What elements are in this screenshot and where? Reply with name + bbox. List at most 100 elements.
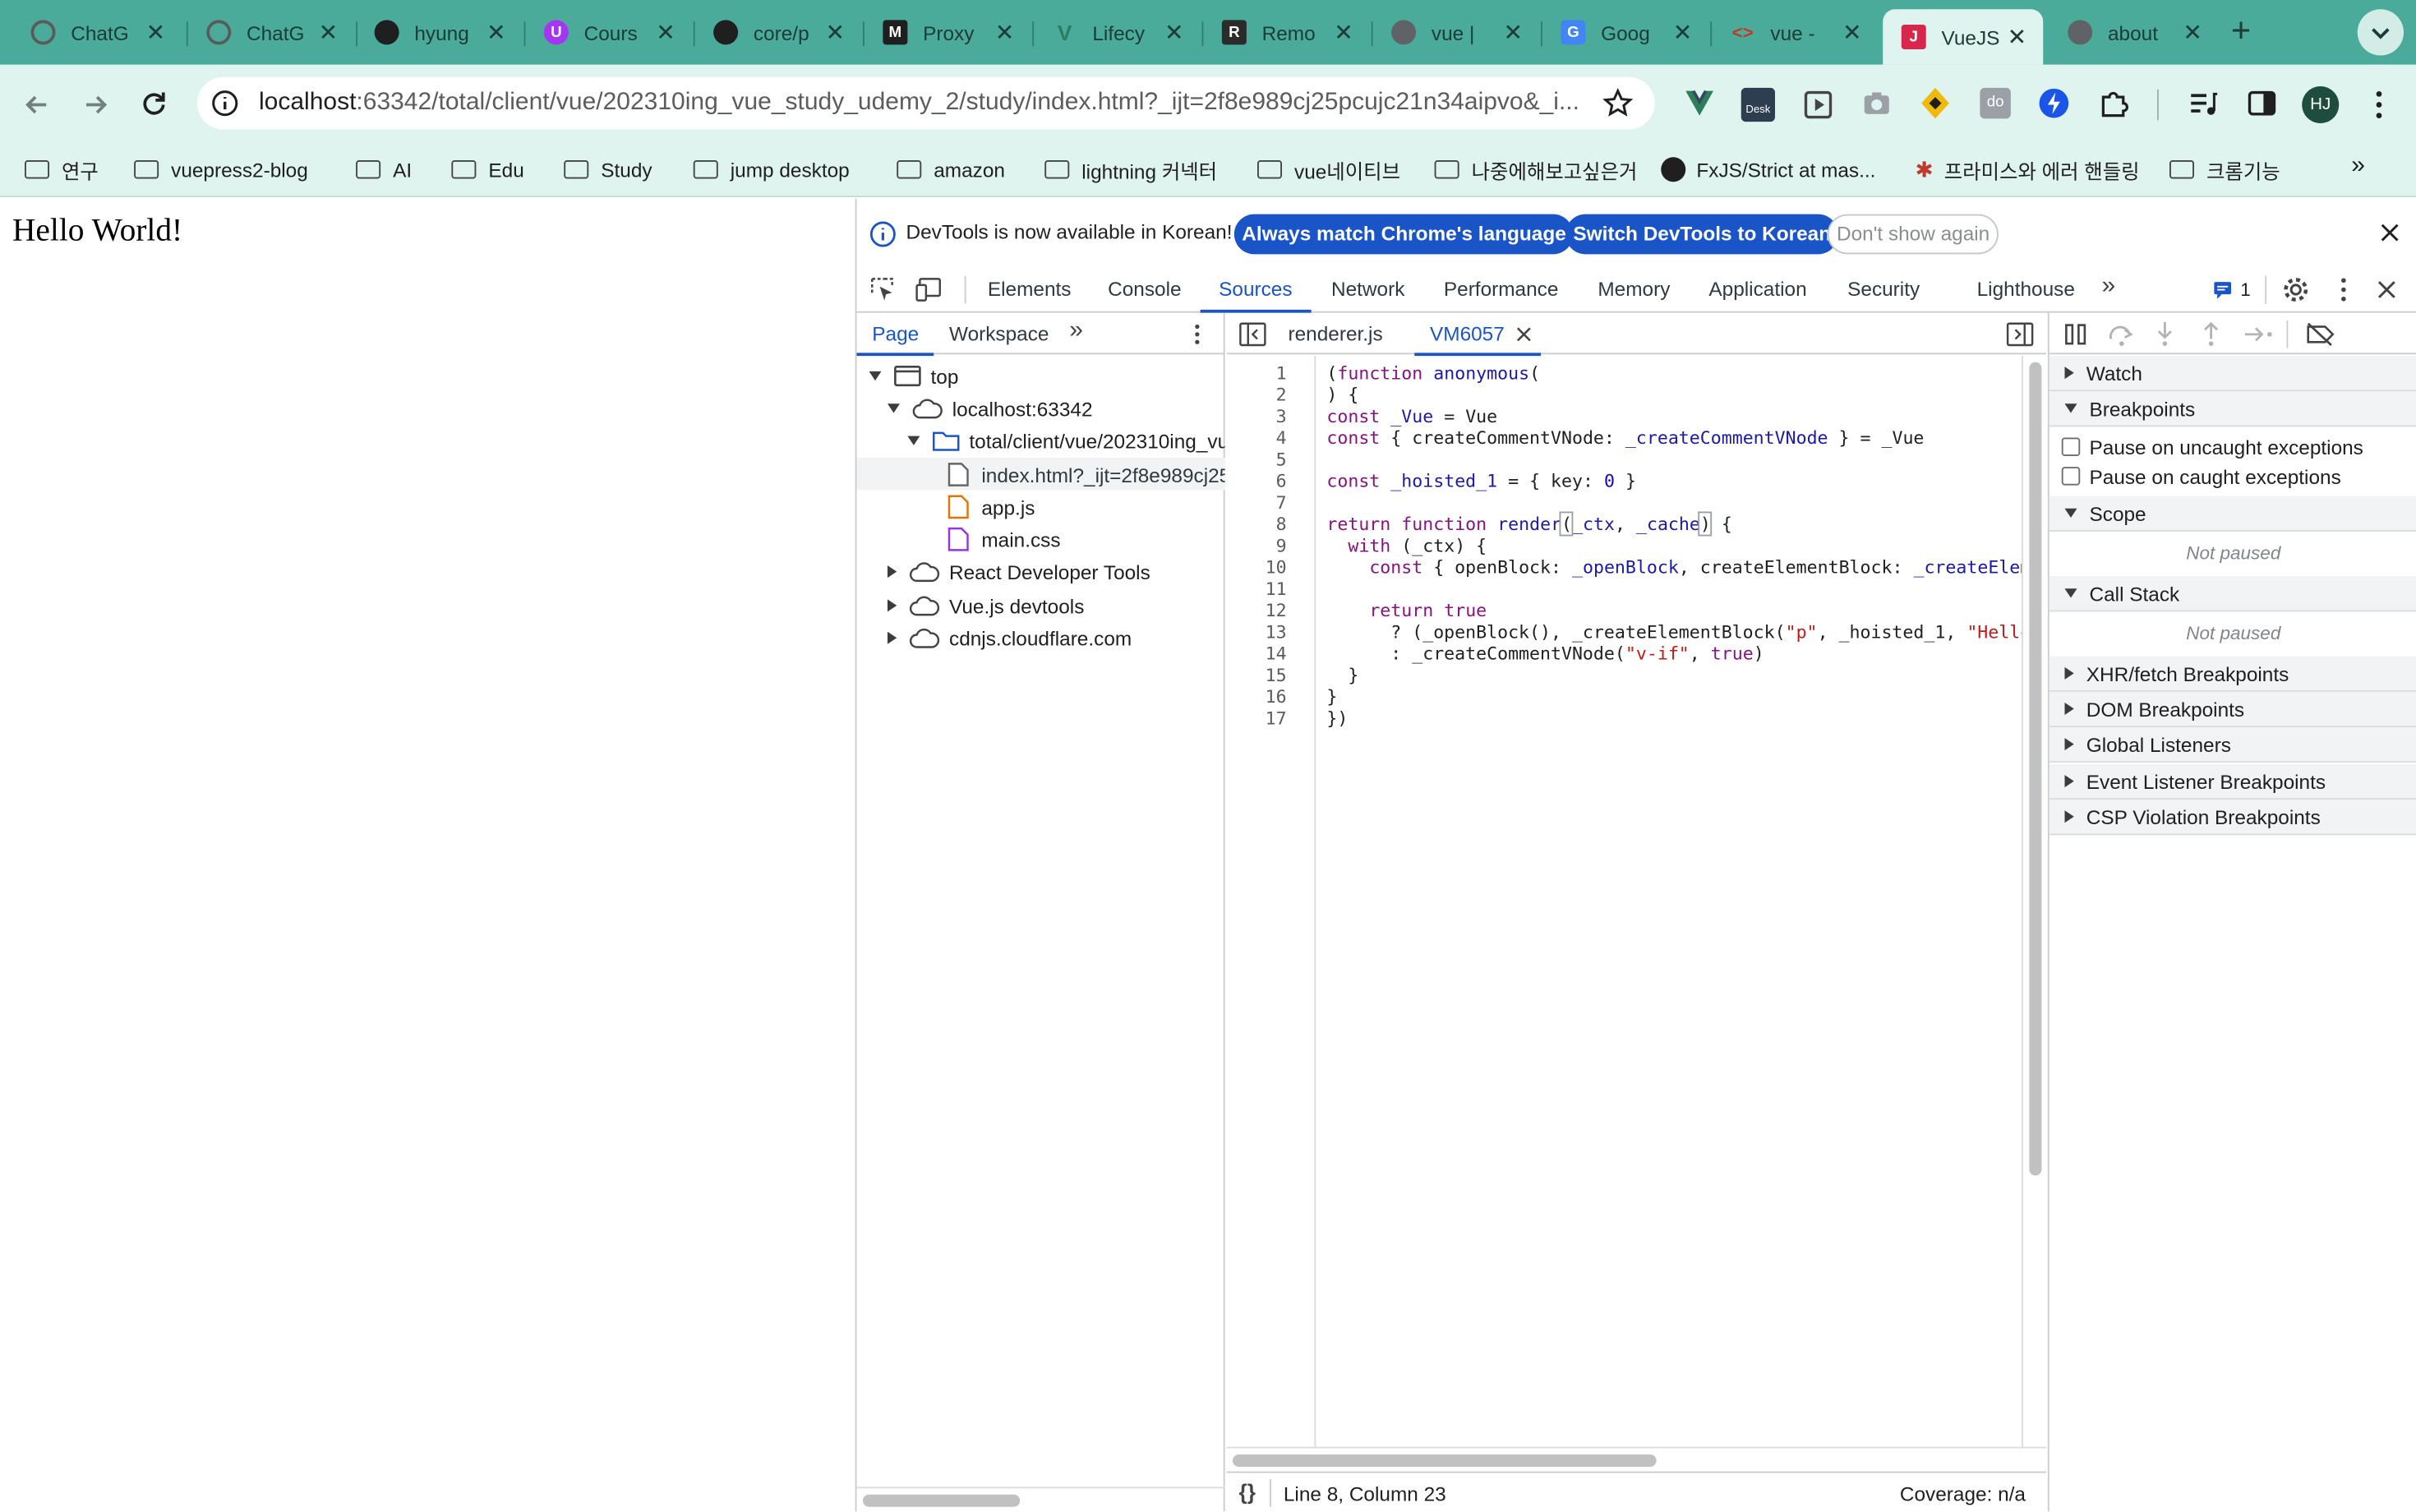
line-number[interactable]: 10 — [1266, 556, 1287, 578]
back-icon[interactable] — [21, 90, 53, 121]
section-call-stack[interactable]: Call Stack — [2049, 576, 2416, 612]
tree-item-app-js[interactable]: app.js — [947, 491, 1035, 523]
site-info-icon[interactable] — [211, 90, 239, 118]
checkbox[interactable] — [2061, 467, 2081, 486]
more-bookmarks-icon[interactable]: » — [2351, 153, 2365, 181]
section-csp-breakpoints[interactable]: CSP Violation Breakpoints — [2049, 800, 2416, 836]
tree-item-vue-devtools[interactable]: Vue.js devtools — [888, 590, 1084, 621]
tab-sources[interactable]: Sources — [1200, 278, 1311, 313]
tab-lighthouse[interactable]: Lighthouse — [1977, 278, 2075, 301]
media-controls-icon[interactable] — [2188, 90, 2220, 118]
bookmark-folder[interactable]: AI — [356, 154, 412, 186]
section-watch[interactable]: Watch — [2049, 356, 2416, 392]
match-language-button[interactable]: Always match Chrome's language — [1233, 214, 1575, 255]
close-tab-icon[interactable]: ✕ — [315, 19, 343, 46]
step-over-icon[interactable] — [2108, 322, 2136, 347]
step-out-icon[interactable] — [2201, 320, 2222, 348]
screen-capture-extension-icon[interactable] — [1803, 90, 1834, 121]
pause-uncaught-checkbox[interactable]: Pause on uncaught exceptions — [2061, 433, 2363, 461]
browser-tab[interactable]: about ✕ — [2046, 11, 2219, 54]
close-tab-icon[interactable]: ✕ — [482, 19, 510, 46]
tab-performance[interactable]: Performance — [1444, 278, 1559, 301]
browser-tab[interactable]: U Cours ✕ — [523, 11, 692, 54]
device-toolbar-icon[interactable] — [915, 278, 943, 302]
browser-tab[interactable]: R Remo ✕ — [1201, 11, 1370, 54]
line-number[interactable]: 5 — [1276, 449, 1287, 470]
bookmark-folder[interactable]: vue네이티브 — [1257, 154, 1400, 186]
chrome-menu-icon[interactable] — [2367, 90, 2391, 121]
section-xhr-breakpoints[interactable]: XHR/fetch Breakpoints — [2049, 656, 2416, 692]
browser-tab[interactable]: G Goog ✕ — [1539, 11, 1708, 54]
bookmark-folder[interactable]: Edu — [451, 154, 524, 186]
binance-extension-icon[interactable] — [1920, 86, 1951, 120]
horizontal-scrollbar-thumb[interactable] — [863, 1494, 1021, 1507]
pause-resume-icon[interactable] — [2063, 322, 2088, 347]
tree-item-localhost[interactable]: localhost:63342 — [888, 393, 1093, 424]
vertical-scrollbar-thumb[interactable] — [2029, 362, 2042, 1176]
tree-item-folder[interactable]: total/client/vue/202310ing_vue — [907, 426, 1225, 457]
pretty-print-icon[interactable]: {} — [1239, 1479, 1256, 1504]
line-number[interactable]: 11 — [1266, 578, 1287, 599]
toggle-debugger-icon[interactable] — [2006, 322, 2034, 347]
tab-console[interactable]: Console — [1108, 278, 1181, 301]
tab-workspace[interactable]: Workspace — [949, 322, 1049, 345]
toggle-navigator-icon[interactable] — [1239, 322, 1267, 347]
bookmark-folder[interactable]: lightning 커넥터 — [1044, 154, 1217, 186]
pause-caught-checkbox[interactable]: Pause on caught exceptions — [2061, 463, 2341, 491]
line-number[interactable]: 13 — [1266, 621, 1287, 643]
tree-item-top[interactable]: top — [869, 361, 958, 392]
browser-tab-active[interactable]: J VueJS ✕ — [1883, 9, 2044, 65]
close-tab-icon[interactable]: ✕ — [1160, 19, 1188, 46]
checkbox[interactable] — [2061, 437, 2081, 456]
line-number[interactable]: 16 — [1266, 685, 1287, 707]
section-event-listener-breakpoints[interactable]: Event Listener Breakpoints — [2049, 764, 2416, 800]
editor-tab-renderer-js[interactable]: renderer.js — [1289, 322, 1383, 345]
bookmark-folder[interactable]: Study — [564, 154, 652, 186]
close-tab-icon[interactable]: ✕ — [142, 19, 170, 46]
bookmark-folder[interactable]: amazon — [897, 154, 1005, 186]
more-tabs-icon[interactable]: » — [1069, 317, 1083, 345]
bookmark-folder[interactable]: vuepress2-blog — [134, 154, 308, 186]
navigator-menu-icon[interactable] — [1190, 322, 1206, 347]
bookmark-folder[interactable]: 연구 — [25, 154, 99, 186]
code-area[interactable]: (function anonymous( ) { const _Vue = Vu… — [1317, 356, 2022, 1447]
more-tabs-icon[interactable]: » — [2102, 273, 2116, 301]
tab-network[interactable]: Network — [1331, 278, 1404, 301]
tree-item-main-css[interactable]: main.css — [947, 524, 1061, 555]
profile-avatar[interactable]: HJ — [2302, 86, 2340, 123]
vue-devtools-extension-icon[interactable] — [1684, 90, 1715, 118]
horizontal-scrollbar-thumb[interactable] — [1233, 1454, 1657, 1467]
line-number[interactable]: 17 — [1266, 708, 1287, 729]
editor-tab-vm6057[interactable]: VM6057 — [1414, 322, 1542, 357]
desk-extension-icon[interactable]: Desk — [1741, 87, 1775, 122]
line-number[interactable]: 7 — [1276, 491, 1287, 513]
close-tab-icon[interactable] — [1516, 327, 1532, 343]
tab-elements[interactable]: Elements — [988, 278, 1072, 301]
tree-item-cdnjs[interactable]: cdnjs.cloudflare.com — [888, 623, 1132, 654]
tree-item-react-devtools[interactable]: React Developer Tools — [888, 556, 1150, 588]
browser-tab[interactable]: hyung ✕ — [353, 11, 522, 54]
switch-korean-button[interactable]: Switch DevTools to Korean — [1565, 214, 1839, 255]
bookmark-folder[interactable]: 크롬기능 — [2169, 154, 2280, 186]
side-panel-icon[interactable] — [2247, 90, 2278, 118]
bolt-extension-icon[interactable] — [2039, 88, 2070, 119]
bookmark-folder[interactable]: 나중에해보고싶은거 — [1434, 154, 1637, 186]
section-dom-breakpoints[interactable]: DOM Breakpoints — [2049, 691, 2416, 727]
close-tab-icon[interactable]: ✕ — [1669, 19, 1697, 46]
reload-icon[interactable] — [139, 88, 170, 119]
url-text[interactable]: localhost:63342/total/client/vue/202310i… — [259, 90, 1599, 118]
line-number[interactable]: 3 — [1276, 405, 1287, 426]
new-tab-button[interactable]: + — [2231, 12, 2251, 49]
camera-extension-icon[interactable] — [1861, 90, 1893, 118]
close-tab-icon[interactable]: ✕ — [1499, 19, 1527, 46]
close-tab-icon[interactable]: ✕ — [2003, 23, 2031, 51]
tree-item-index-html[interactable]: index.html?_ijt=2f8e989cj25 — [947, 459, 1225, 491]
line-number[interactable]: 1 — [1276, 362, 1287, 384]
line-number[interactable]: 14 — [1266, 643, 1287, 664]
line-number[interactable]: 2 — [1276, 384, 1287, 405]
more-options-icon[interactable] — [2335, 276, 2354, 304]
tab-application[interactable]: Application — [1708, 278, 1806, 301]
bookmark-star-icon[interactable] — [1602, 87, 1634, 119]
line-number[interactable]: 6 — [1276, 470, 1287, 491]
close-tab-icon[interactable]: ✕ — [991, 19, 1019, 46]
